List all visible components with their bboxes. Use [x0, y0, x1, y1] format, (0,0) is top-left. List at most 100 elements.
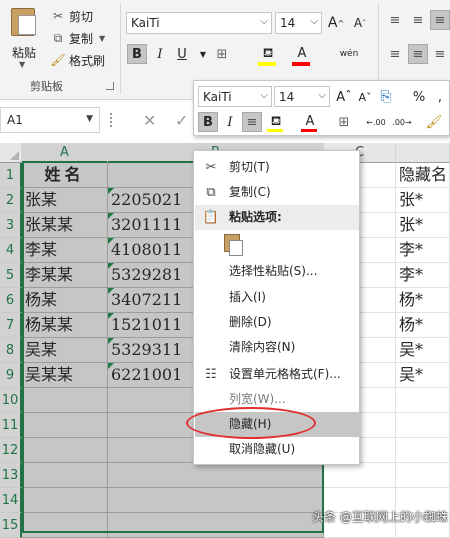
cell[interactable]: 李某某	[22, 263, 108, 288]
align-center-icon[interactable]: ≡	[408, 44, 428, 64]
row-header[interactable]: 4	[0, 238, 22, 263]
menu-item-unhide[interactable]: 取消隐藏(U)	[195, 437, 359, 462]
cell[interactable]: 杨某	[22, 288, 108, 313]
row-header[interactable]: 7	[0, 313, 22, 338]
row-header[interactable]: 8	[0, 338, 22, 363]
menu-item-copy[interactable]: ⧉ 复制(C)	[195, 180, 359, 205]
percent-button[interactable]: %	[409, 87, 429, 107]
cell[interactable]	[396, 388, 450, 413]
cell[interactable]	[396, 438, 450, 463]
cell[interactable]: 李*	[396, 263, 450, 288]
mini-format-painter-icon[interactable]: 🖌	[424, 112, 444, 132]
cell[interactable]: 张某	[22, 188, 108, 213]
row-header[interactable]: 15	[0, 513, 22, 538]
cell[interactable]	[22, 413, 108, 438]
cell[interactable]: 李某	[22, 238, 108, 263]
mini-shrink-font-button[interactable]: Aˇ	[355, 87, 375, 107]
mini-align-center-icon[interactable]: ≡	[242, 112, 262, 132]
border-icon[interactable]: ⊞	[212, 44, 232, 64]
cell[interactable]	[108, 488, 324, 513]
comma-style-icon[interactable]: ,	[430, 87, 450, 107]
row-header[interactable]: 11	[0, 413, 22, 438]
row-header[interactable]: 3	[0, 213, 22, 238]
cell[interactable]	[108, 463, 324, 488]
paste-option-button[interactable]	[224, 234, 244, 258]
italic-button[interactable]: I	[150, 44, 170, 64]
align-bottom-icon[interactable]: ≡	[430, 10, 450, 30]
mini-grow-font-button[interactable]: Aˆ	[334, 87, 354, 107]
cell[interactable]	[396, 463, 450, 488]
menu-item-hide[interactable]: 隐藏(H)	[195, 412, 359, 437]
accounting-format-icon[interactable]: ⎘	[376, 87, 396, 107]
underline-button[interactable]: U	[172, 44, 192, 64]
row-header[interactable]: 13	[0, 463, 22, 488]
row-header[interactable]: 14	[0, 488, 22, 513]
cell[interactable]: 杨*	[396, 288, 450, 313]
cut-button[interactable]: ✂ 剪切	[50, 6, 93, 26]
dialog-launcher-icon[interactable]	[106, 82, 114, 90]
phonetic-button[interactable]: wén	[336, 44, 362, 64]
cell[interactable]: 杨某某	[22, 313, 108, 338]
menu-item-cut[interactable]: ✂ 剪切(T)	[195, 155, 359, 180]
cell[interactable]	[22, 388, 108, 413]
align-right-icon[interactable]: ≡	[430, 44, 450, 64]
menu-item-column-width[interactable]: 列宽(W)...	[195, 387, 359, 412]
cell[interactable]: 张*	[396, 188, 450, 213]
grow-font-button[interactable]: A ^	[326, 13, 346, 33]
decrease-decimal-button[interactable]: .00 →	[390, 112, 414, 132]
fill-color-button[interactable]: ⛾	[258, 44, 278, 64]
cell[interactable]: 吴*	[396, 338, 450, 363]
cell[interactable]: 杨*	[396, 313, 450, 338]
mini-italic-button[interactable]: I	[220, 112, 240, 132]
column-header-a[interactable]: A	[22, 143, 108, 163]
copy-button[interactable]: ⧉ 复制 ▼	[50, 28, 105, 48]
select-all-corner[interactable]	[0, 143, 22, 163]
row-header[interactable]: 6	[0, 288, 22, 313]
row-header[interactable]: 1	[0, 163, 22, 188]
cell[interactable]: 姓名	[22, 163, 108, 188]
mini-bold-button[interactable]: B	[198, 112, 218, 132]
menu-item-format-cells[interactable]: ☷ 设置单元格格式(F)...	[195, 362, 359, 387]
row-header[interactable]: 12	[0, 438, 22, 463]
cell[interactable]	[396, 413, 450, 438]
mini-font-color-button[interactable]: A	[300, 111, 320, 131]
cell[interactable]	[108, 513, 324, 538]
mini-font-size-select[interactable]: 14 ⌵	[274, 86, 330, 107]
align-left-icon[interactable]: ≡	[385, 44, 405, 64]
menu-item-delete[interactable]: 删除(D)	[195, 310, 359, 335]
name-box[interactable]: A1 ▼	[0, 107, 100, 133]
increase-decimal-button[interactable]: ← .00	[364, 112, 388, 132]
menu-item-insert[interactable]: 插入(I)	[195, 285, 359, 310]
font-color-button[interactable]: A	[292, 43, 312, 63]
cell[interactable]: 吴某某	[22, 363, 108, 388]
cancel-icon[interactable]: ✕	[143, 111, 156, 130]
row-header[interactable]: 5	[0, 263, 22, 288]
cell[interactable]	[22, 488, 108, 513]
shrink-font-button[interactable]: Aˇ	[350, 13, 370, 33]
cell[interactable]: 李*	[396, 238, 450, 263]
cell[interactable]: 吴*	[396, 363, 450, 388]
cell[interactable]: 张*	[396, 213, 450, 238]
row-header[interactable]: 2	[0, 188, 22, 213]
cell[interactable]: 隐藏名	[396, 163, 450, 188]
cell[interactable]	[22, 513, 108, 538]
format-painter-button[interactable]: 🖌 格式刷	[50, 50, 105, 70]
cell[interactable]	[324, 463, 396, 488]
menu-item-clear-contents[interactable]: 清除内容(N)	[195, 335, 359, 360]
column-header-d[interactable]	[396, 143, 450, 163]
align-middle-icon[interactable]: ≡	[408, 10, 428, 30]
mini-border-icon[interactable]: ⊞	[334, 112, 354, 132]
font-size-select[interactable]: 14 ⌵	[275, 12, 322, 34]
cell[interactable]	[22, 463, 108, 488]
cell[interactable]: 张某某	[22, 213, 108, 238]
cell[interactable]: 吴某	[22, 338, 108, 363]
row-header[interactable]: 9	[0, 363, 22, 388]
paste-button[interactable]: 粘贴 ▼	[6, 6, 42, 69]
bold-button[interactable]: B	[127, 44, 147, 64]
row-header[interactable]: 10	[0, 388, 22, 413]
font-name-select[interactable]: KaiTi ⌵	[126, 12, 272, 34]
chevron-down-icon[interactable]: ▼	[193, 44, 213, 64]
cell[interactable]	[22, 438, 108, 463]
align-top-icon[interactable]: ≡	[385, 10, 405, 30]
enter-icon[interactable]: ✓	[175, 111, 188, 130]
